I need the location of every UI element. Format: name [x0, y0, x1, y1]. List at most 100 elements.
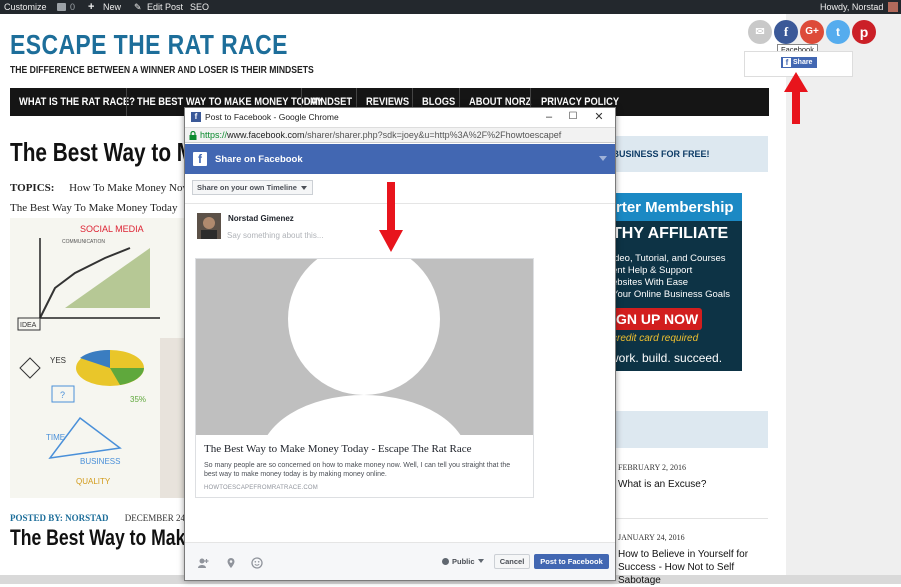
arrow-up-icon: [784, 72, 808, 124]
ad-feature: Your Online Business Goals: [612, 289, 730, 300]
emoji-icon[interactable]: [251, 557, 263, 569]
chevron-down-icon: [301, 186, 307, 190]
share-button-label: Share: [793, 59, 813, 66]
fb-share-title: Share on Facebook: [215, 154, 303, 165]
link-preview-image: [196, 259, 533, 435]
site-tagline: THE DIFFERENCE BETWEEN A WINNER AND LOSE…: [10, 64, 314, 76]
email-share-icon[interactable]: ✉: [748, 20, 772, 44]
share-footer: Public Cancel Post to Facebook: [185, 542, 615, 580]
chevron-down-icon[interactable]: [599, 156, 607, 161]
comment-icon[interactable]: [57, 3, 66, 11]
location-pin-icon[interactable]: [225, 557, 237, 569]
new-link[interactable]: New: [103, 0, 121, 14]
sidebar-divider: [604, 518, 768, 519]
user-avatar: [197, 213, 221, 239]
post-title[interactable]: The Best Way to M: [10, 137, 194, 168]
svg-text:BUSINESS: BUSINESS: [80, 457, 120, 466]
lock-icon: [189, 131, 197, 140]
chevron-down-icon: [477, 559, 484, 563]
sidebar-section-header: [604, 411, 768, 448]
url-host: www.facebook.com: [227, 130, 305, 140]
google-plus-share-icon[interactable]: G+: [800, 20, 824, 44]
maximize-icon[interactable]: ☐: [561, 109, 585, 125]
svg-text:YES: YES: [50, 356, 66, 365]
subtopic-link[interactable]: The Best Way To Make Money Today: [10, 202, 177, 214]
nav-item-rat-race[interactable]: WHAT IS THE RAT RACE?: [19, 96, 135, 108]
customize-link[interactable]: Customize: [4, 0, 47, 14]
wealthy-affiliate-ad[interactable]: rter Membership THY AFFILIATE ideo, Tuto…: [604, 193, 742, 371]
ad-note: credit card required: [612, 333, 699, 344]
svg-text:COMMUNICATION: COMMUNICATION: [62, 239, 105, 245]
ad-brand: THY AFFILIATE: [612, 225, 729, 242]
nav-divider: [126, 88, 127, 116]
url-path: /sharer/sharer.php?sdk=joey&u=http%3A%2F…: [304, 130, 562, 140]
facebook-share-popup: f Post to Facebook - Google Chrome – ☐ ✕…: [184, 107, 616, 581]
address-bar[interactable]: https://www.facebook.com/sharer/sharer.p…: [185, 127, 615, 143]
placeholder-person-icon: [196, 259, 533, 435]
ad-signup-label: GN UP NOW: [616, 311, 699, 327]
howdy-link[interactable]: Howdy, Norstad: [820, 0, 883, 14]
facebook-favicon: f: [191, 112, 201, 122]
whiteboard-illustration: SOCIAL MEDIA COMMUNICATION IDEA YES ? TI…: [10, 218, 186, 498]
recent-post-date: JANUARY 24, 2016: [618, 533, 685, 542]
ad-feature: ideo, Tutorial, and Courses: [612, 253, 726, 264]
url-text[interactable]: https://www.facebook.com/sharer/sharer.p…: [200, 130, 561, 140]
share-destination-label: Share on your own Timeline: [197, 183, 297, 192]
twitter-share-icon[interactable]: t: [826, 20, 850, 44]
link-preview-domain: HOWTOESCAPEFROMRATRACE.COM: [204, 485, 318, 491]
arrow-down-icon: [379, 182, 403, 252]
plus-icon[interactable]: +: [88, 0, 94, 14]
topics-label: TOPICS:: [10, 182, 55, 194]
recent-post-link[interactable]: What is an Excuse?: [618, 478, 768, 491]
facebook-share-button[interactable]: f Share: [781, 57, 817, 68]
share-destination-dropdown[interactable]: Share on your own Timeline: [192, 180, 313, 195]
facebook-share-icon[interactable]: f: [774, 20, 798, 44]
ad-feature: ent Help & Support: [612, 265, 693, 276]
svg-text:IDEA: IDEA: [20, 322, 37, 329]
wp-admin-bar: Customize 0 + New ✎ Edit Post SEO Howdy,…: [0, 0, 901, 14]
popup-titlebar[interactable]: f Post to Facebook - Google Chrome – ☐ ✕: [185, 108, 615, 127]
topic-link[interactable]: How To Make Money Now: [69, 182, 190, 194]
minimize-icon[interactable]: –: [537, 109, 561, 125]
link-preview-description: So many people are so concerned on how t…: [204, 462, 511, 478]
link-preview-card[interactable]: The Best Way to Make Money Today - Escap…: [195, 258, 534, 498]
globe-icon: [442, 558, 449, 565]
recent-post-link[interactable]: How to Believe in Yourself for Success -…: [618, 548, 768, 587]
popup-window-title: Post to Facebook - Google Chrome: [205, 112, 339, 122]
author-link[interactable]: POSTED BY: NORSTAD: [10, 513, 109, 523]
privacy-label: Public: [452, 557, 475, 566]
ad-headline: rter Membership: [616, 199, 734, 216]
topics-line: TOPICS: How To Make Money Now H: [10, 182, 213, 194]
svg-text:35%: 35%: [130, 395, 146, 404]
user-name: Norstad Gimenez: [228, 214, 294, 223]
post-meta: POSTED BY: NORSTAD DECEMBER 24, 2015: [10, 513, 208, 523]
ad-signup-button[interactable]: GN UP NOW: [606, 308, 702, 330]
post-to-facebook-button[interactable]: Post to Facebook: [534, 554, 609, 569]
svg-text:?: ?: [60, 390, 65, 400]
status-input[interactable]: [227, 229, 597, 241]
facebook-logo-icon: f: [193, 152, 207, 166]
ad-tagline: work. build. succeed.: [610, 351, 723, 365]
privacy-selector[interactable]: Public: [442, 557, 484, 566]
close-icon[interactable]: ✕: [587, 109, 611, 125]
recent-post-date: FEBRUARY 2, 2016: [618, 463, 686, 472]
ad-feature: ebsites With Ease: [612, 277, 689, 288]
svg-text:QUALITY: QUALITY: [76, 477, 111, 486]
pinterest-share-icon[interactable]: p: [852, 20, 876, 44]
facebook-icon: f: [783, 58, 791, 67]
cancel-button[interactable]: Cancel: [494, 554, 530, 569]
pencil-icon: ✎: [134, 2, 142, 12]
svg-text:SOCIAL MEDIA: SOCIAL MEDIA: [80, 224, 144, 234]
comments-count[interactable]: 0: [70, 0, 75, 14]
user-photo: [197, 213, 221, 239]
edit-post-link[interactable]: Edit Post: [147, 0, 183, 14]
sidebar-banner-text[interactable]: E BUSINESS FOR FREE!: [604, 149, 710, 159]
link-preview-title: The Best Way to Make Money Today - Escap…: [204, 443, 472, 455]
seo-link[interactable]: SEO: [190, 0, 209, 14]
url-scheme: https://: [200, 130, 228, 140]
tag-friends-icon[interactable]: [197, 557, 209, 569]
admin-avatar[interactable]: [888, 2, 898, 12]
featured-image[interactable]: SOCIAL MEDIA COMMUNICATION IDEA YES ? TI…: [10, 218, 186, 498]
fb-share-header: f Share on Facebook: [185, 144, 615, 174]
site-title[interactable]: ESCAPE THE RAT RACE: [10, 29, 288, 61]
